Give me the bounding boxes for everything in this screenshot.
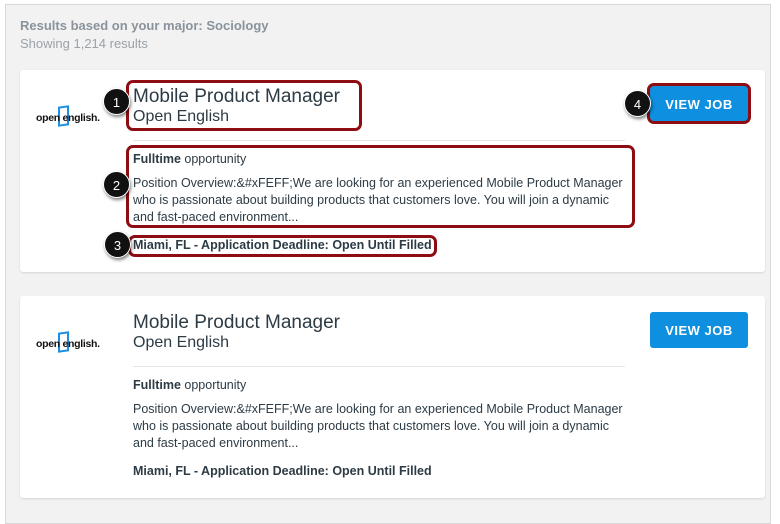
job-card: open english. Mobile Product Manager Ope… <box>20 296 765 498</box>
company-logo: open english. <box>36 105 102 128</box>
job-title[interactable]: Mobile Product Manager <box>133 312 340 334</box>
annotation-box-description <box>126 145 635 228</box>
divider <box>133 366 625 367</box>
divider <box>133 140 625 141</box>
results-count: Showing 1,214 results <box>20 36 148 51</box>
company-logo: open english. <box>36 331 102 354</box>
annotation-box-button <box>647 83 751 124</box>
company-name: Open English <box>133 334 230 351</box>
annotation-marker-4: 4 <box>624 90 651 117</box>
view-job-button[interactable]: VIEW JOB <box>650 312 748 348</box>
annotation-box-title <box>126 80 362 131</box>
annotation-marker-2: 2 <box>103 171 130 198</box>
job-type: Fulltime opportunity <box>133 378 247 392</box>
annotation-marker-1: 1 <box>103 88 130 115</box>
major-line: Results based on your major: Sociology <box>20 18 269 33</box>
annotation-marker-3: 3 <box>104 231 131 258</box>
job-description: Position Overview:&#xFEFF;We are looking… <box>133 402 623 450</box>
annotation-box-location <box>128 235 437 257</box>
job-location: Miami, FL - Application Deadline: Open U… <box>133 464 432 478</box>
